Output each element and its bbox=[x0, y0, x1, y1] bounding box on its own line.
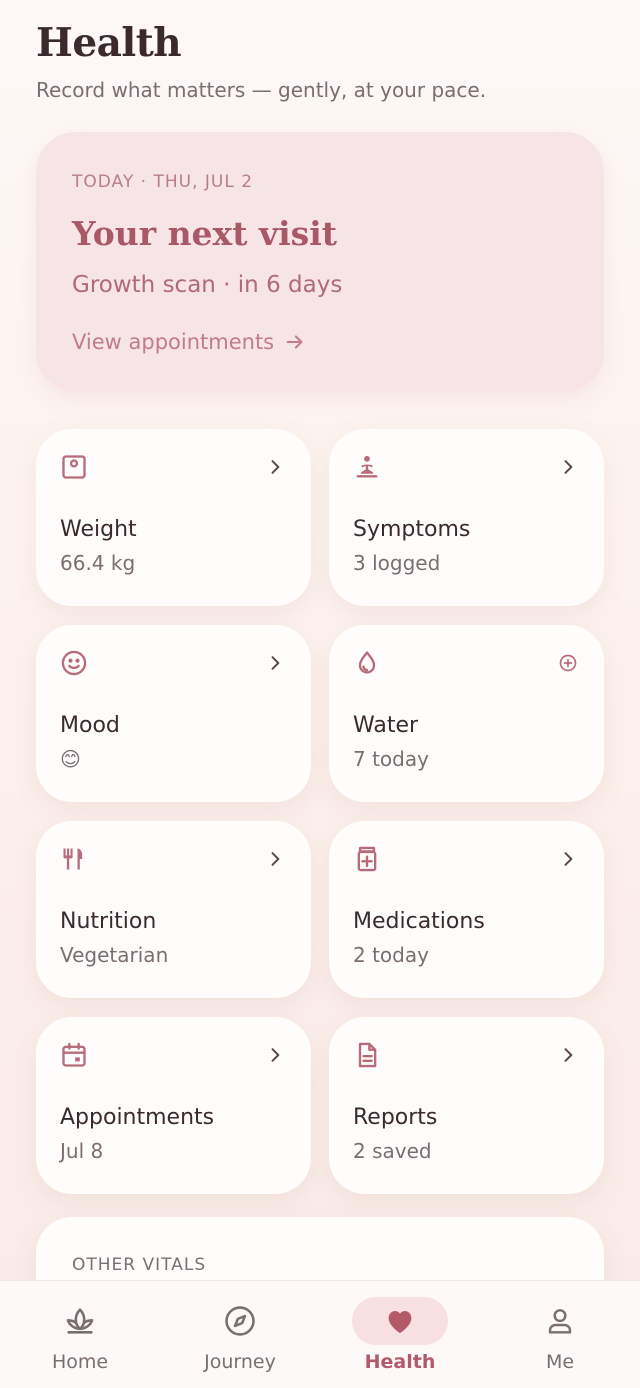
nav-label: Home bbox=[51, 1351, 109, 1373]
next-visit-card[interactable]: TODAY · THU, JUL 2 Your next visit Growt… bbox=[36, 132, 604, 392]
view-appointments-label: View appointments bbox=[72, 330, 275, 354]
heart-icon bbox=[388, 1311, 412, 1333]
other-vitals-title: OTHER VITALS bbox=[72, 1255, 207, 1275]
chevron-right-icon bbox=[271, 460, 280, 474]
nutrition-card[interactable]: Nutrition Vegetarian bbox=[36, 821, 311, 998]
mood-card[interactable]: Mood 😊 bbox=[36, 625, 311, 802]
arrow-right-icon bbox=[286, 335, 303, 349]
reports-card[interactable]: Reports 2 saved bbox=[329, 1017, 604, 1194]
document-icon bbox=[358, 1042, 377, 1068]
chevron-right-icon bbox=[271, 1048, 280, 1062]
card-value: 7 today bbox=[353, 747, 429, 771]
view-appointments-link[interactable]: View appointments bbox=[72, 330, 306, 354]
meditation-icon bbox=[356, 455, 378, 478]
chevron-right-icon bbox=[271, 656, 280, 670]
water-drop-icon bbox=[358, 651, 376, 674]
add-water-icon[interactable] bbox=[558, 653, 578, 673]
scale-icon bbox=[62, 455, 86, 479]
bottom-navigation: Home Journey Health Me bbox=[0, 1280, 640, 1388]
lotus-icon bbox=[66, 1308, 94, 1334]
chevron-right-icon bbox=[564, 852, 573, 866]
hero-subtitle: Growth scan · in 6 days bbox=[72, 272, 343, 298]
card-label: Medications bbox=[353, 909, 485, 934]
card-label: Weight bbox=[60, 517, 137, 542]
card-value: Jul 8 bbox=[60, 1139, 104, 1163]
card-value: 3 logged bbox=[353, 551, 441, 575]
card-value: 2 today bbox=[353, 943, 429, 967]
person-icon bbox=[548, 1309, 572, 1334]
card-label: Appointments bbox=[60, 1105, 215, 1130]
symptoms-card[interactable]: Symptoms 3 logged bbox=[329, 429, 604, 606]
smiley-icon bbox=[61, 650, 87, 676]
hero-title: Your next visit bbox=[72, 214, 338, 253]
card-label: Reports bbox=[353, 1105, 438, 1130]
nav-item-journey[interactable]: Journey bbox=[160, 1281, 320, 1388]
nav-label: Health bbox=[364, 1351, 436, 1373]
mood-emoji: 😊 bbox=[60, 747, 81, 771]
medications-card[interactable]: Medications 2 today bbox=[329, 821, 604, 998]
calendar-icon bbox=[62, 1042, 86, 1067]
water-card[interactable]: Water 7 today bbox=[329, 625, 604, 802]
nav-item-me[interactable]: Me bbox=[480, 1281, 640, 1388]
nav-item-health[interactable]: Health bbox=[320, 1281, 480, 1388]
page-title: Health bbox=[36, 20, 182, 66]
nav-item-home[interactable]: Home bbox=[0, 1281, 160, 1388]
card-label: Water bbox=[353, 713, 419, 738]
card-value: Vegetarian bbox=[60, 943, 169, 967]
medication-icon bbox=[357, 846, 377, 872]
card-value: 66.4 kg bbox=[60, 551, 136, 575]
weight-card[interactable]: Weight 66.4 kg bbox=[36, 429, 311, 606]
nav-label: Journey bbox=[204, 1351, 276, 1373]
card-label: Symptoms bbox=[353, 517, 471, 542]
health-screen: Health Record what matters — gently, at … bbox=[0, 0, 640, 1388]
compass-icon bbox=[225, 1306, 255, 1336]
chevron-right-icon bbox=[271, 852, 280, 866]
appointments-card[interactable]: Appointments Jul 8 bbox=[36, 1017, 311, 1194]
card-label: Nutrition bbox=[60, 909, 157, 934]
utensils-icon bbox=[63, 848, 83, 870]
page-subtitle: Record what matters — gently, at your pa… bbox=[36, 78, 487, 102]
card-label: Mood bbox=[60, 713, 120, 738]
card-value: 2 saved bbox=[353, 1139, 432, 1163]
nav-label: Me bbox=[545, 1351, 575, 1373]
chevron-right-icon bbox=[564, 460, 573, 474]
hero-date: TODAY · THU, JUL 2 bbox=[72, 172, 254, 192]
active-indicator bbox=[352, 1297, 448, 1345]
chevron-right-icon bbox=[564, 1048, 573, 1062]
